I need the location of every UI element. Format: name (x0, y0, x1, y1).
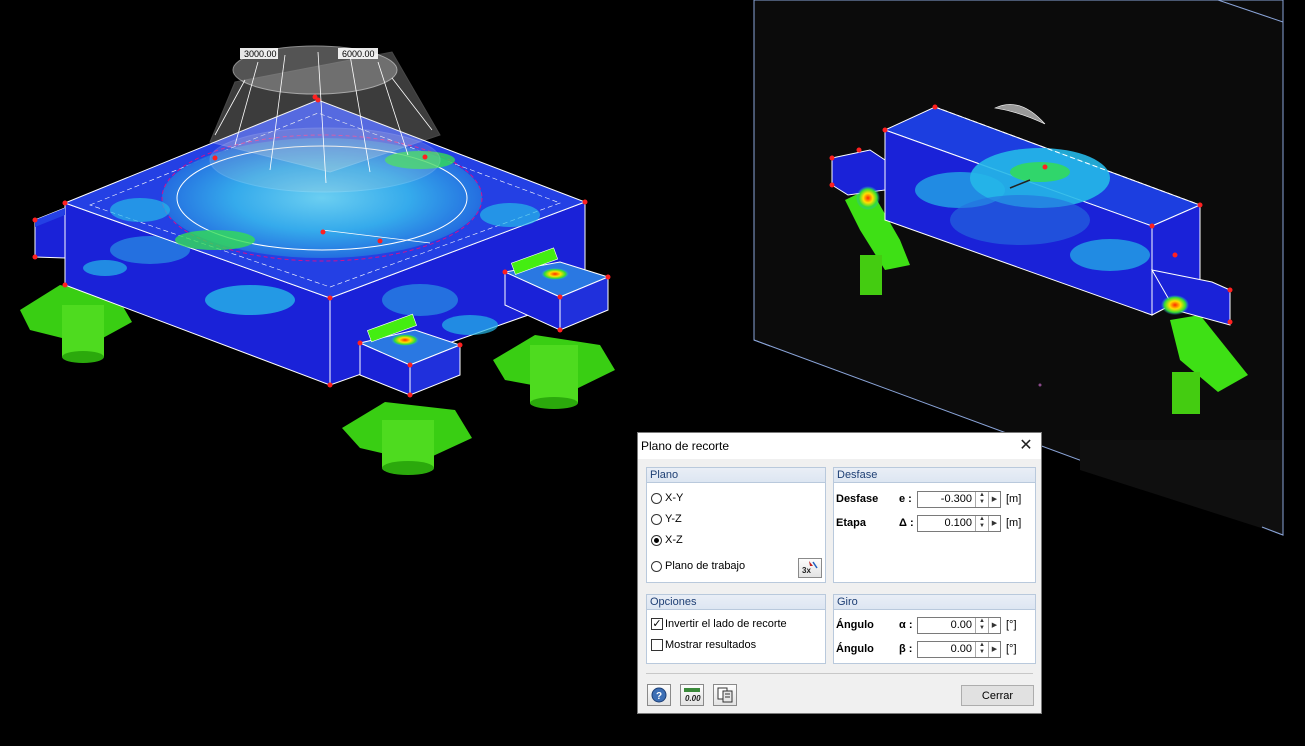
work-plane-icon[interactable]: 3x (798, 558, 822, 578)
opciones-group: Opciones ✓ Invertir el lado de recorte M… (646, 594, 826, 664)
load-label-2: 6000.00 (342, 49, 375, 59)
support-front (342, 402, 472, 475)
support-right (493, 335, 615, 409)
alpha-value: 0.00 (950, 619, 972, 631)
invertir-lado-label: Invertir el lado de recorte (665, 618, 787, 630)
alpha-symbol: α : (899, 619, 913, 631)
close-button[interactable]: Cerrar (961, 685, 1034, 706)
copy-icon[interactable] (713, 684, 737, 706)
svg-text:3x: 3x (802, 566, 811, 575)
spin-arrows-icon[interactable]: ▲ ▼ (975, 618, 988, 633)
desfase-value: -0.300 (940, 493, 972, 505)
arrow-right-icon[interactable]: ▶ (988, 618, 1000, 633)
spin-arrows-icon[interactable]: ▲ ▼ (975, 492, 988, 507)
close-icon[interactable]: ✕ (1015, 436, 1037, 456)
arrow-right-icon[interactable]: ▶ (988, 642, 1000, 657)
arrow-right-icon[interactable]: ▶ (988, 492, 1000, 507)
spin-arrows-icon[interactable]: ▲ ▼ (975, 642, 988, 657)
angulo-alpha-label: Ángulo (836, 619, 874, 631)
desfase-label: Desfase (836, 493, 879, 505)
radio-y-z-label: Y-Z (665, 513, 682, 525)
left-foundation-model[interactable]: 3000.00 6000.00 (20, 45, 615, 475)
desfase-group: Desfase Desfase e : -0.300 ▲ ▼ ▶ [m] Etap… (833, 467, 1036, 583)
load-distribution-cone: 3000.00 6000.00 (209, 45, 441, 193)
etapa-unit: [m] (1006, 517, 1022, 529)
desfase-symbol: e : (899, 493, 912, 505)
alpha-input[interactable]: 0.00 ▲ ▼ ▶ (917, 617, 1001, 634)
mostrar-resultados-label: Mostrar resultados (665, 639, 757, 651)
clipping-plane-dialog[interactable]: Plano de recorte ✕ Plano X-Y Y-Z X-Z Pla… (637, 432, 1042, 714)
etapa-value: 0.100 (944, 517, 972, 529)
beta-symbol: β : (899, 643, 913, 655)
beta-unit: [°] (1006, 643, 1017, 655)
dialog-titlebar[interactable]: Plano de recorte ✕ (638, 433, 1041, 459)
etapa-symbol: Δ : (899, 517, 914, 529)
units-icon[interactable]: 0.00 (680, 684, 704, 706)
beta-input[interactable]: 0.00 ▲ ▼ ▶ (917, 641, 1001, 658)
opciones-group-header: Opciones (647, 595, 825, 610)
desfase-group-header: Desfase (834, 468, 1035, 483)
load-label-1: 3000.00 (244, 49, 277, 59)
etapa-label: Etapa (836, 517, 866, 529)
giro-group: Giro Ángulo α : 0.00 ▲ ▼ ▶ [°] Ángulo β :… (833, 594, 1036, 664)
radio-x-y-label: X-Y (665, 492, 684, 504)
giro-group-header: Giro (834, 595, 1035, 610)
footer-separator (646, 673, 1033, 674)
plano-group-header: Plano (647, 468, 825, 483)
dialog-title: Plano de recorte (641, 439, 730, 453)
alpha-unit: [°] (1006, 619, 1017, 631)
angulo-beta-label: Ángulo (836, 643, 874, 655)
arrow-right-icon[interactable]: ▶ (988, 516, 1000, 531)
help-icon[interactable]: ? (647, 684, 671, 706)
desfase-input[interactable]: -0.300 ▲ ▼ ▶ (917, 491, 1001, 508)
desfase-unit: [m] (1006, 493, 1022, 505)
beta-value: 0.00 (950, 643, 972, 655)
svg-text:?: ? (656, 691, 662, 702)
radio-plano-de-trabajo-label: Plano de trabajo (665, 560, 746, 572)
etapa-input[interactable]: 0.100 ▲ ▼ ▶ (917, 515, 1001, 532)
radio-x-z-label: X-Z (665, 534, 683, 546)
svg-text:0.00: 0.00 (685, 694, 701, 703)
plano-group: Plano X-Y Y-Z X-Z Plano de trabajo 3x (646, 467, 826, 583)
spin-arrows-icon[interactable]: ▲ ▼ (975, 516, 988, 531)
